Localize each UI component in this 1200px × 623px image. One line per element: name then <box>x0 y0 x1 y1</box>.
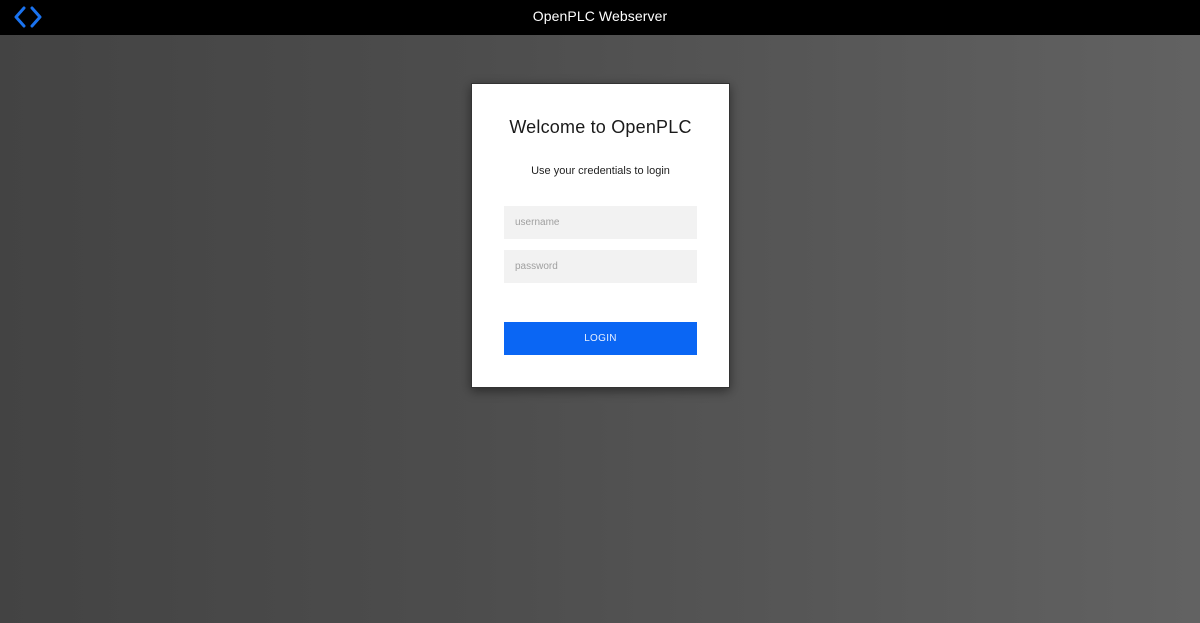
app-title: OpenPLC Webserver <box>532 8 668 24</box>
top-bar: OpenPLC Webserver <box>0 0 1200 35</box>
welcome-title: Welcome to OpenPLC <box>509 117 692 137</box>
username-input[interactable] <box>504 206 697 239</box>
password-input[interactable] <box>504 250 697 283</box>
login-button[interactable]: LOGIN <box>504 322 697 355</box>
login-subtitle: Use your credentials to login <box>531 165 670 177</box>
login-card: Welcome to OpenPLC Use your credentials … <box>471 83 730 388</box>
